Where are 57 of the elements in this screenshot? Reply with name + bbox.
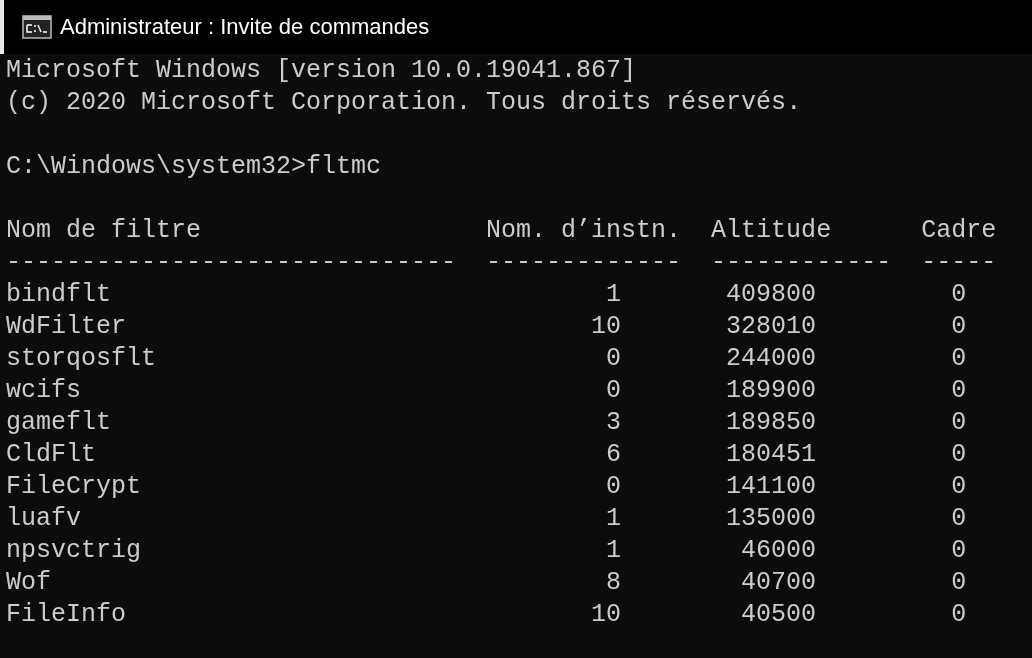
frame-value: 0 xyxy=(951,407,967,439)
console-line: Microsoft Windows [version 10.0.19041.867] xyxy=(6,56,637,85)
window-title: Administrateur : Invite de commandes xyxy=(60,14,430,40)
column-rule: ------------ xyxy=(711,247,892,279)
altitude-value: 46000 xyxy=(741,535,817,567)
instance-count: 10 xyxy=(591,311,622,343)
filter-name: npsvctrig xyxy=(6,535,142,567)
filter-name: luafv xyxy=(6,503,81,535)
instance-count: 0 xyxy=(606,343,622,375)
frame-value: 0 xyxy=(951,567,967,599)
altitude-value: 244000 xyxy=(726,343,817,375)
altitude-value: 180451 xyxy=(726,439,817,471)
filter-name: Wof xyxy=(6,567,51,599)
column-header: Altitude xyxy=(711,215,832,247)
instance-count: 10 xyxy=(591,599,622,631)
instance-count: 8 xyxy=(606,567,622,599)
console-line: (c) 2020 Microsoft Corporation. Tous droits réservés. xyxy=(6,88,802,117)
filter-name: WdFilter xyxy=(6,311,127,343)
instance-count: 0 xyxy=(606,375,622,407)
frame-value: 0 xyxy=(951,503,967,535)
frame-value: 0 xyxy=(951,535,967,567)
altitude-value: 40700 xyxy=(741,567,817,599)
altitude-value: 189850 xyxy=(726,407,817,439)
altitude-value: 328010 xyxy=(726,311,817,343)
frame-value: 0 xyxy=(951,343,967,375)
frame-value: 0 xyxy=(951,311,967,343)
instance-count: 1 xyxy=(606,535,622,567)
filter-name: bindflt xyxy=(6,279,112,311)
instance-count: 1 xyxy=(606,279,622,311)
console-icon xyxy=(22,15,52,39)
altitude-value: 141100 xyxy=(726,471,817,503)
altitude-value: 135000 xyxy=(726,503,817,535)
filter-name: storqosflt xyxy=(6,343,157,375)
instance-count: 3 xyxy=(606,407,622,439)
frame-value: 0 xyxy=(951,471,967,503)
instance-count: 6 xyxy=(606,439,622,471)
frame-value: 0 xyxy=(951,439,967,471)
instance-count: 1 xyxy=(606,503,622,535)
filter-name: FileCrypt xyxy=(6,471,142,503)
column-rule: ------------------------------ xyxy=(6,247,457,279)
column-rule: ----- xyxy=(921,247,997,279)
column-rule: ------------- xyxy=(486,247,682,279)
column-header: Cadre xyxy=(921,215,997,247)
altitude-value: 40500 xyxy=(741,599,817,631)
frame-value: 0 xyxy=(951,279,967,311)
frame-value: 0 xyxy=(951,599,967,631)
command-prompt: C:\Windows\system32>fltmc xyxy=(6,152,382,181)
filter-name: wcifs xyxy=(6,375,81,407)
frame-value: 0 xyxy=(951,375,967,407)
column-header: Nom. d’instn. xyxy=(486,215,682,247)
filter-name: FileInfo xyxy=(6,599,127,631)
column-header: Nom de filtre xyxy=(6,215,202,247)
filter-name: gameflt xyxy=(6,407,112,439)
instance-count: 0 xyxy=(606,471,622,503)
altitude-value: 409800 xyxy=(726,279,817,311)
filter-name: CldFlt xyxy=(6,439,96,471)
altitude-value: 189900 xyxy=(726,375,817,407)
